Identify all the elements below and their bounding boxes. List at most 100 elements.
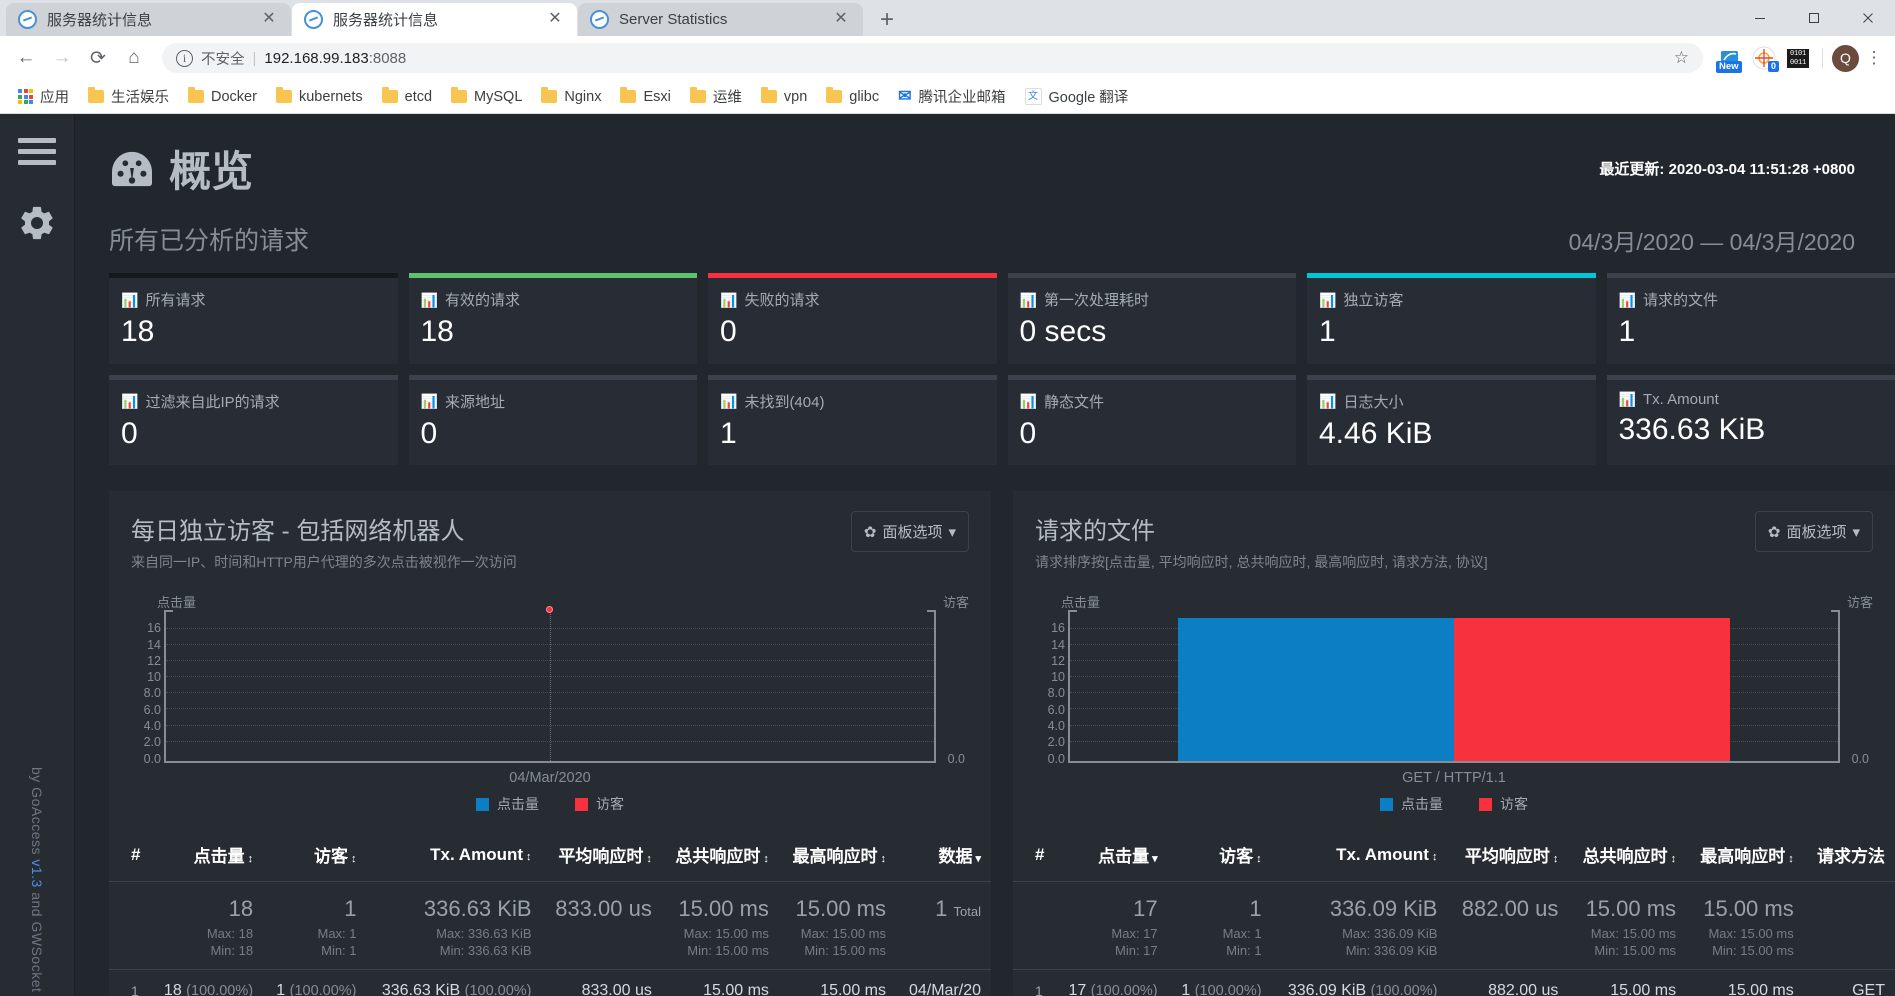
col-tx-amount[interactable]: Tx. Amount↕	[367, 832, 542, 882]
sidebar-settings-button[interactable]	[0, 203, 74, 243]
summary-cumulative: 15.00 ms	[662, 882, 779, 926]
page-title: 概览	[109, 138, 253, 199]
kpi-label: 日志大小	[1343, 391, 1403, 412]
folder-icon	[382, 90, 398, 103]
sort-icon: ↕	[763, 853, 769, 865]
tab-close-icon[interactable]: ✕	[831, 10, 851, 30]
bar-hits[interactable]	[1178, 618, 1454, 761]
col-index[interactable]: #	[109, 832, 150, 882]
binary-extension-icon[interactable]: 0101 0011	[1783, 43, 1813, 73]
sort-icon: ↕	[1432, 851, 1438, 863]
bookmark-item-5[interactable]: MySQL	[443, 85, 530, 109]
sidebar-menu-button[interactable]	[0, 138, 74, 171]
chrome-menu-icon[interactable]: ⋮	[1863, 48, 1885, 68]
legend-item-visitors[interactable]: 访客	[575, 794, 624, 814]
min-method	[1804, 942, 1895, 959]
col-max-time[interactable]: 最高响应时↕	[779, 832, 896, 882]
y-tick: 10	[147, 670, 161, 684]
bookmark-star-icon[interactable]: ☆	[1674, 48, 1689, 68]
min-avg	[1447, 942, 1568, 959]
col-hits[interactable]: 点击量▾	[1054, 832, 1167, 882]
maximize-button[interactable]	[1787, 0, 1841, 36]
minimize-button[interactable]	[1733, 0, 1787, 36]
sort-icon: ↕	[1788, 853, 1794, 865]
bookmark-item-6[interactable]: Nginx	[533, 85, 609, 109]
kpi-card-valid-requests: 📊有效的请求18	[409, 273, 698, 364]
max-cumulative: Max: 15.00 ms	[662, 925, 779, 942]
panel-title: 请求的文件	[1035, 511, 1488, 546]
profile-avatar[interactable]: Q	[1832, 45, 1859, 72]
bar-chart-icon: 📊	[720, 293, 737, 307]
bookmark-item-2[interactable]: Docker	[180, 85, 265, 109]
bookmark-apps[interactable]: 应用	[10, 82, 77, 111]
address-bar[interactable]: i 不安全 | 192.168.99.183:8088 ☆	[162, 43, 1703, 73]
new-tab-button[interactable]: +	[870, 6, 904, 36]
close-window-button[interactable]	[1841, 0, 1895, 36]
tab-close-icon[interactable]: ✕	[259, 10, 279, 30]
kpi-value: 0	[720, 316, 985, 348]
table-summary-max-row: Max: 17 Max: 1 Max: 336.09 KiB Max: 15.0…	[1013, 925, 1895, 942]
col-tx-amount[interactable]: Tx. Amount↕	[1272, 832, 1448, 882]
legend-item-hits[interactable]: 点击量	[1380, 794, 1443, 814]
sort-desc-icon: ▾	[1152, 853, 1158, 865]
back-button[interactable]: ←	[10, 42, 42, 74]
forward-button[interactable]: →	[46, 42, 78, 74]
folder-icon	[88, 90, 104, 103]
legend-item-visitors[interactable]: 访客	[1479, 794, 1528, 814]
tab-close-icon[interactable]: ✕	[545, 10, 565, 30]
max-method	[1804, 925, 1895, 942]
bookmark-item-8[interactable]: 运维	[682, 82, 750, 111]
kpi-card-log-size: 📊日志大小4.46 KiB	[1307, 375, 1596, 466]
col-cumulative-time[interactable]: 总共响应时↕	[1568, 832, 1686, 882]
col-hits[interactable]: 点击量↕	[150, 832, 263, 882]
reload-button[interactable]: ⟳	[82, 42, 114, 74]
panel-options-button[interactable]: ✿ 面板选项 ▾	[851, 511, 969, 552]
min-data	[896, 942, 991, 959]
col-visitors[interactable]: 访客↕	[263, 832, 366, 882]
kpi-value: 1	[1619, 316, 1884, 348]
bookmark-item-9[interactable]: vpn	[753, 85, 815, 109]
bookmark-item-7[interactable]: Esxi	[612, 85, 678, 109]
summary-visitors: 1	[1168, 882, 1272, 926]
y-tick: 6.0	[144, 703, 161, 717]
y-tick: 4.0	[144, 719, 161, 733]
col-max-time[interactable]: 最高响应时↕	[1686, 832, 1804, 882]
window-controls	[1733, 0, 1895, 36]
gear-icon: ✿	[1768, 523, 1781, 541]
col-data[interactable]: 数据▾	[896, 832, 991, 882]
bar-visitors[interactable]	[1454, 618, 1730, 761]
col-avg-time[interactable]: 平均响应时↕	[1447, 832, 1568, 882]
col-avg-time[interactable]: 平均响应时↕	[542, 832, 662, 882]
bar-chart-icon: 📊	[121, 293, 138, 307]
kpi-label: 过滤来自此IP的请求	[145, 391, 279, 412]
bookmark-item-11[interactable]: ✉腾讯企业邮箱	[890, 82, 1013, 111]
target-extension-icon[interactable]: 0	[1749, 43, 1779, 73]
table-row[interactable]: 1 18 (100.00%) 1 (100.00%) 336.63 KiB (1…	[109, 969, 991, 996]
browser-tab-3[interactable]: Server Statistics ✕	[578, 3, 863, 36]
panel-options-button[interactable]: ✿ 面板选项 ▾	[1755, 511, 1873, 552]
bar-chart-icon: 📊	[421, 293, 438, 307]
y2-tick: 0.0	[948, 752, 965, 766]
screenshot-extension-icon[interactable]: New	[1715, 43, 1745, 73]
bookmark-item-12[interactable]: Google 翻译	[1017, 82, 1137, 111]
col-index[interactable]: #	[1013, 832, 1054, 882]
tab-title: 服务器统计信息	[47, 9, 259, 30]
bookmark-item-1[interactable]: 生活娱乐	[80, 82, 177, 111]
kpi-label: 来源地址	[445, 391, 505, 412]
axis-captions: 点击量 访客	[1035, 592, 1873, 615]
col-cumulative-time[interactable]: 总共响应时↕	[662, 832, 779, 882]
folder-icon	[761, 90, 777, 103]
table-row[interactable]: 1 17 (100.00%) 1 (100.00%) 336.09 KiB (1…	[1013, 969, 1895, 996]
browser-tab-2[interactable]: 服务器统计信息 ✕	[292, 3, 577, 36]
folder-icon	[690, 90, 706, 103]
bookmark-item-3[interactable]: kubernets	[268, 85, 371, 109]
legend-item-hits[interactable]: 点击量	[476, 794, 539, 814]
site-info-icon[interactable]: i	[176, 50, 193, 67]
home-button[interactable]: ⌂	[118, 42, 150, 74]
bookmark-item-4[interactable]: etcd	[374, 85, 440, 109]
browser-tab-1[interactable]: 服务器统计信息 ✕	[6, 3, 291, 36]
col-visitors[interactable]: 访客↕	[1168, 832, 1272, 882]
bookmark-item-10[interactable]: glibc	[818, 85, 887, 109]
col-method[interactable]: 请求方法	[1804, 832, 1895, 882]
y2-axis-line	[934, 610, 936, 763]
